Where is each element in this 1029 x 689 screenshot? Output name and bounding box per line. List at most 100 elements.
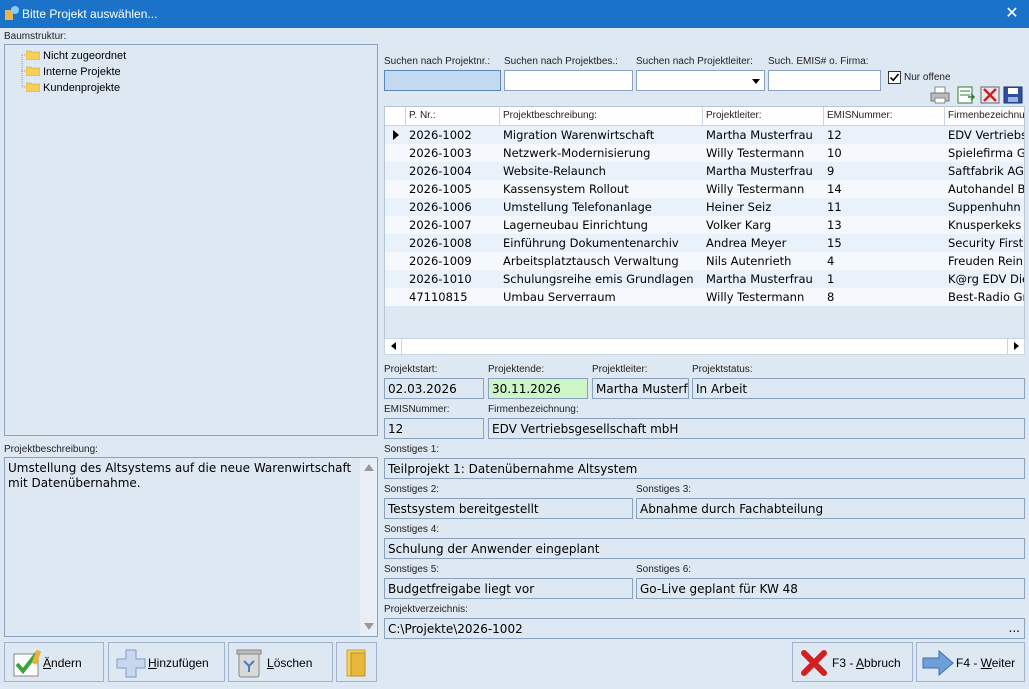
browse-button[interactable]: ... bbox=[1009, 621, 1020, 635]
firma-field[interactable]: EDV Vertriebsgesellschaft mbH bbox=[488, 418, 1025, 439]
scroll-thumb[interactable] bbox=[403, 340, 1003, 353]
projektende-field[interactable]: 30.11.2026 bbox=[488, 378, 588, 399]
loeschen-button[interactable]: Löschen bbox=[228, 642, 333, 682]
table-row[interactable]: 2026-1002 Migration Warenwirtschaft Martha… bbox=[385, 126, 1024, 144]
projektleiter-label: Projektleiter: bbox=[592, 364, 648, 375]
project-grid[interactable]: P. Nr.: Projektbeschreibung: Projektleit… bbox=[384, 106, 1025, 354]
beschreibung-scrollbar[interactable] bbox=[360, 458, 377, 636]
hinzufuegen-button[interactable]: Hinzufügen bbox=[108, 642, 225, 682]
folder-open-icon bbox=[346, 649, 366, 677]
tree-item-nicht-zugeordnet[interactable]: Nicht zugeordnet bbox=[26, 49, 126, 65]
cell-nr: 2026-1004 bbox=[409, 164, 472, 178]
scroll-left-button[interactable] bbox=[385, 339, 402, 354]
sonstiges-2-field[interactable]: Testsystem bereitgestellt bbox=[384, 498, 633, 519]
search-projektnr-input[interactable] bbox=[384, 70, 501, 91]
search-projektleiter-label: Suchen nach Projektleiter: bbox=[636, 56, 753, 67]
cell-firma: Freuden Reinigung bbox=[948, 254, 1024, 268]
folder-icon bbox=[26, 66, 40, 76]
table-row[interactable]: 2026-1010 Schulungsreihe emis Grundlagen M… bbox=[385, 270, 1024, 288]
cell-leiter: Martha Musterfrau bbox=[706, 164, 813, 178]
grid-hscrollbar[interactable] bbox=[384, 338, 1025, 355]
col-header-nr[interactable]: P. Nr.: bbox=[409, 110, 436, 121]
cell-leiter: Heiner Seiz bbox=[706, 200, 772, 214]
projektleiter-field[interactable]: Martha Musterfrau bbox=[592, 378, 689, 399]
aendern-button[interactable]: Ändern bbox=[4, 642, 104, 682]
abbruch-label: F3 - Abbruch bbox=[832, 656, 901, 670]
cell-beschreibung: Umbau Serverraum bbox=[503, 290, 616, 304]
check-icon bbox=[889, 73, 900, 82]
sonstiges-3-field[interactable]: Abnahme durch Fachabteilung bbox=[636, 498, 1025, 519]
delete-filter-icon[interactable] bbox=[980, 86, 1000, 104]
projektstatus-field[interactable]: In Arbeit bbox=[692, 378, 1025, 399]
cell-emis: 10 bbox=[827, 146, 842, 160]
col-header-emis[interactable]: EMISNummer: bbox=[827, 110, 893, 121]
grid-header: P. Nr.: Projektbeschreibung: Projektleit… bbox=[385, 107, 1024, 126]
table-row[interactable]: 2026-1008 Einführung Dokumentenarchiv Andr… bbox=[385, 234, 1024, 252]
close-button[interactable]: ✕ bbox=[995, 0, 1029, 28]
folder-icon bbox=[26, 82, 40, 92]
scroll-right-icon bbox=[1014, 342, 1019, 350]
title-bar: Bitte Projekt auswählen... ✕ bbox=[0, 0, 1029, 28]
cell-nr: 2026-1002 bbox=[409, 128, 472, 142]
col-header-beschreibung[interactable]: Projektbeschreibung: bbox=[503, 110, 597, 121]
tree-item-interne-projekte[interactable]: Interne Projekte bbox=[26, 65, 121, 81]
cell-emis: 14 bbox=[827, 182, 842, 196]
table-row[interactable]: 2026-1006 Umstellung Telefonanlage Heiner … bbox=[385, 198, 1024, 216]
sonstiges-1-field[interactable]: Teilprojekt 1: Datenübernahme Altsystem bbox=[384, 458, 1025, 479]
scroll-down-icon[interactable] bbox=[364, 623, 374, 630]
cell-leiter: Willy Testermann bbox=[706, 182, 805, 196]
sonstiges-4-label: Sonstiges 4: bbox=[384, 524, 440, 535]
save-icon[interactable] bbox=[1003, 86, 1023, 104]
arrow-right-icon bbox=[922, 649, 954, 677]
cell-nr: 2026-1008 bbox=[409, 236, 472, 250]
verzeichnis-value: C:\Projekte\2026-1002 bbox=[388, 622, 523, 636]
printer-icon[interactable] bbox=[930, 86, 950, 104]
search-projektbes-input[interactable] bbox=[504, 70, 633, 91]
projektende-label: Projektende: bbox=[488, 364, 545, 375]
chevron-down-icon[interactable] bbox=[752, 79, 760, 84]
beschreibung-textarea[interactable]: Umstellung des Altsystems auf die neue W… bbox=[4, 457, 378, 637]
cell-firma: Knusperkeks GmbH bbox=[948, 218, 1024, 232]
abbruch-button[interactable]: F3 - Abbruch bbox=[792, 642, 913, 682]
excel-export-icon[interactable] bbox=[956, 86, 976, 104]
sonstiges-5-label: Sonstiges 5: bbox=[384, 564, 440, 575]
cell-firma: Security First AG bbox=[948, 236, 1024, 250]
cell-emis: 13 bbox=[827, 218, 842, 232]
sonstiges-3-label: Sonstiges 3: bbox=[636, 484, 692, 495]
scroll-up-icon[interactable] bbox=[364, 464, 374, 471]
folder-open-button[interactable] bbox=[336, 642, 377, 682]
tree-item-kundenprojekte[interactable]: Kundenprojekte bbox=[26, 81, 120, 97]
emis-field[interactable]: 12 bbox=[384, 418, 484, 439]
table-row[interactable]: 2026-1004 Website-Relaunch Martha Musterfr… bbox=[385, 162, 1024, 180]
cancel-x-icon bbox=[801, 650, 827, 676]
cell-firma: Best-Radio GmbH bbox=[948, 290, 1024, 304]
cell-nr: 2026-1003 bbox=[409, 146, 472, 160]
cell-emis: 15 bbox=[827, 236, 842, 250]
search-emis-input[interactable] bbox=[768, 70, 881, 91]
sonstiges-6-field[interactable]: Go-Live geplant für KW 48 bbox=[636, 578, 1025, 599]
verzeichnis-label: Projektverzeichnis: bbox=[384, 604, 468, 615]
table-row[interactable]: 47110815 Umbau Serverraum Willy Testermann… bbox=[385, 288, 1024, 306]
table-row[interactable]: 2026-1009 Arbeitsplatztausch Verwaltung Ni… bbox=[385, 252, 1024, 270]
weiter-button[interactable]: F4 - Weiter bbox=[916, 642, 1025, 682]
search-emis-label: Such. EMIS# o. Firma: bbox=[768, 56, 869, 67]
projektstart-field[interactable]: 02.03.2026 bbox=[384, 378, 484, 399]
verzeichnis-field[interactable]: C:\Projekte\2026-1002 ... bbox=[384, 618, 1025, 639]
search-projektleiter-select[interactable] bbox=[636, 70, 765, 91]
projektstart-label: Projektstart: bbox=[384, 364, 438, 375]
col-header-leiter[interactable]: Projektleiter: bbox=[706, 110, 762, 121]
cell-emis: 12 bbox=[827, 128, 842, 142]
sonstiges-5-field[interactable]: Budgetfreigabe liegt vor bbox=[384, 578, 633, 599]
cell-leiter: Volker Karg bbox=[706, 218, 772, 232]
table-row[interactable]: 2026-1007 Lagerneubau Einrichtung Volker K… bbox=[385, 216, 1024, 234]
nur-offene-checkbox[interactable] bbox=[888, 71, 901, 84]
window-title: Bitte Projekt auswählen... bbox=[22, 7, 158, 21]
firma-label: Firmenbezeichnung: bbox=[488, 404, 579, 415]
table-row[interactable]: 2026-1005 Kassensystem Rollout Willy Teste… bbox=[385, 180, 1024, 198]
scroll-right-button[interactable] bbox=[1007, 339, 1024, 354]
col-header-firma[interactable]: Firmenbezeichnung: bbox=[948, 110, 1024, 121]
table-row[interactable]: 2026-1003 Netzwerk-Modernisierung Willy Te… bbox=[385, 144, 1024, 162]
search-projektnr-label: Suchen nach Projektnr.: bbox=[384, 56, 491, 67]
sonstiges-4-field[interactable]: Schulung der Anwender eingeplant bbox=[384, 538, 1025, 559]
cell-beschreibung: Umstellung Telefonanlage bbox=[503, 200, 652, 214]
